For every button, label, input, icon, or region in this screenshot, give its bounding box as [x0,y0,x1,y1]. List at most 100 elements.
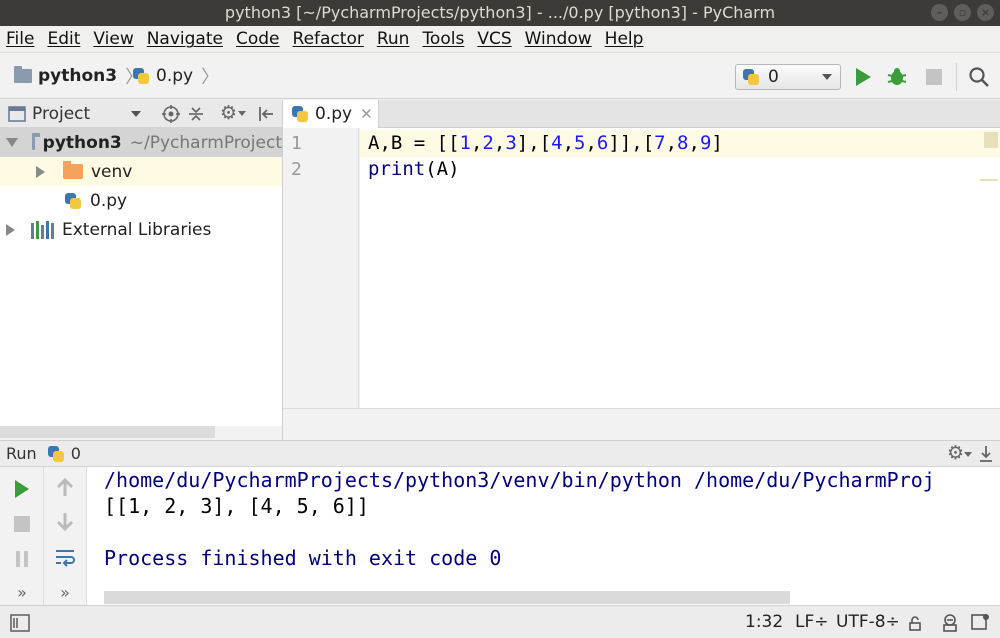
caret-position[interactable]: 1:32 [745,606,783,638]
close-icon[interactable]: × [977,4,994,21]
inspection-indicator[interactable] [984,132,998,148]
code-token: 1 [459,132,471,154]
bug-icon [887,68,907,85]
minimize-icon[interactable]: – [931,4,948,21]
stop-icon [926,69,942,85]
notifications-icon[interactable] [970,613,990,633]
chevron-down-icon[interactable] [6,138,18,147]
chevron-down-icon [822,74,832,80]
run-console[interactable]: /home/du/PycharmProjects/python3/venv/bi… [87,467,1000,605]
menu-run[interactable]: Run [377,29,417,49]
play-icon [15,480,29,498]
close-icon[interactable]: ✕ [360,105,373,123]
tree-row-root[interactable]: python3 ~/PycharmProject [0,128,282,157]
menu-help[interactable]: Help [605,29,651,49]
scroll-up-button[interactable] [53,475,77,499]
python-file-icon [742,68,760,86]
code-token: , [493,132,506,154]
stop-button[interactable] [10,512,34,536]
menu-vcs[interactable]: VCS [477,29,518,49]
arrow-down-icon [56,513,74,532]
code-editor[interactable]: A,B = [[1,2,3],[4,5,6]],[7,8,9] print(A) [360,128,1000,408]
toolbar-separator [956,63,957,91]
stop-icon [14,516,30,532]
run-button[interactable] [851,65,875,89]
breadcrumb-file[interactable]: 0.py 〉 [132,53,219,99]
file-encoding[interactable]: UTF-8÷ [836,606,900,638]
soft-wrap-button[interactable] [53,545,77,569]
more-actions-icon[interactable]: » [10,580,34,604]
error-stripe-mark[interactable] [980,179,998,181]
code-line[interactable]: A,B = [[1,2,3],[4,5,6]],[7,8,9] [360,130,1000,157]
rerun-button[interactable] [10,477,34,501]
search-icon [969,67,989,87]
code-token: 2 [482,132,494,154]
more-actions-icon[interactable]: » [53,580,77,604]
menu-window[interactable]: Window [525,29,599,49]
console-line: Process finished with exit code 0 [104,546,502,570]
library-icon [31,220,54,239]
code-line[interactable]: print(A) [360,156,1000,183]
code-token: , [585,132,597,154]
maximize-icon[interactable]: ▫ [954,4,971,21]
gear-icon[interactable]: ⚙ [947,442,964,464]
menu-code[interactable]: Code [236,29,287,49]
code-token: 7 [654,132,666,154]
chevron-right-icon[interactable] [6,223,15,236]
menu-file[interactable]: File [6,29,41,49]
menu-edit[interactable]: Edit [47,29,87,49]
chevron-down-icon[interactable] [238,111,246,116]
run-panel-label: Run [6,444,37,463]
inspector-icon[interactable] [940,613,960,633]
tree-row-venv[interactable]: venv [0,157,282,186]
code-token: print [368,158,426,180]
run-configuration-select[interactable]: 0 [735,64,841,90]
code-token: A,B = [[ [368,132,460,154]
gear-icon[interactable]: ⚙ [220,102,237,124]
run-panel-config[interactable]: 0 [71,444,81,463]
python-file-icon [132,67,150,85]
breadcrumb-project-label: python3 [38,66,118,86]
menu-navigate[interactable]: Navigate [147,29,230,49]
stop-button[interactable] [922,65,946,89]
chevron-down-icon[interactable] [964,452,972,457]
hide-panel-icon[interactable] [978,445,994,463]
chevron-down-icon[interactable] [131,111,141,117]
folder-icon [14,66,32,83]
project-panel-title[interactable]: Project [32,104,90,124]
editor-gutter: 1 2 [283,128,359,408]
pause-button[interactable] [10,547,34,571]
tree-row-file[interactable]: 0.py [0,186,282,215]
code-token: ],[ [516,132,552,154]
chevron-right-icon[interactable] [36,165,45,178]
lock-icon[interactable] [908,616,922,631]
hide-panel-icon[interactable] [257,105,275,123]
collapse-all-icon[interactable] [187,105,205,123]
scroll-from-source-icon[interactable] [162,105,180,123]
scroll-down-button[interactable] [53,510,77,534]
run-toolbar-secondary: » [44,467,87,605]
title-bar: python3 [~/PycharmProjects/python3] - ..… [0,0,1000,26]
menu-tools[interactable]: Tools [422,29,471,49]
editor-tab[interactable]: 0.py ✕ [283,100,379,128]
project-panel-header: Project ⚙ [0,100,282,128]
window-title: python3 [~/PycharmProjects/python3] - ..… [224,3,776,22]
code-token: 8 [677,132,689,154]
menu-refactor[interactable]: Refactor [293,29,371,49]
editor-tab-bar: 0.py ✕ [283,100,1000,128]
project-horizontal-scrollbar[interactable] [0,426,215,438]
debug-button[interactable] [885,65,909,89]
code-token: , [665,132,678,154]
tree-item-label: venv [91,161,133,182]
tool-windows-icon[interactable] [10,614,30,632]
menu-view[interactable]: View [93,29,140,49]
editor-tab-label: 0.py [315,104,353,124]
folder-icon [63,161,83,179]
code-token: (A) [425,158,460,180]
tree-row-external-libraries[interactable]: External Libraries [0,215,282,244]
search-button[interactable] [967,65,991,89]
breadcrumb-project[interactable]: python3 〉 [14,53,143,99]
console-horizontal-scrollbar[interactable] [104,591,790,604]
line-separator[interactable]: LF÷ [795,606,829,638]
pause-icon [16,551,28,567]
